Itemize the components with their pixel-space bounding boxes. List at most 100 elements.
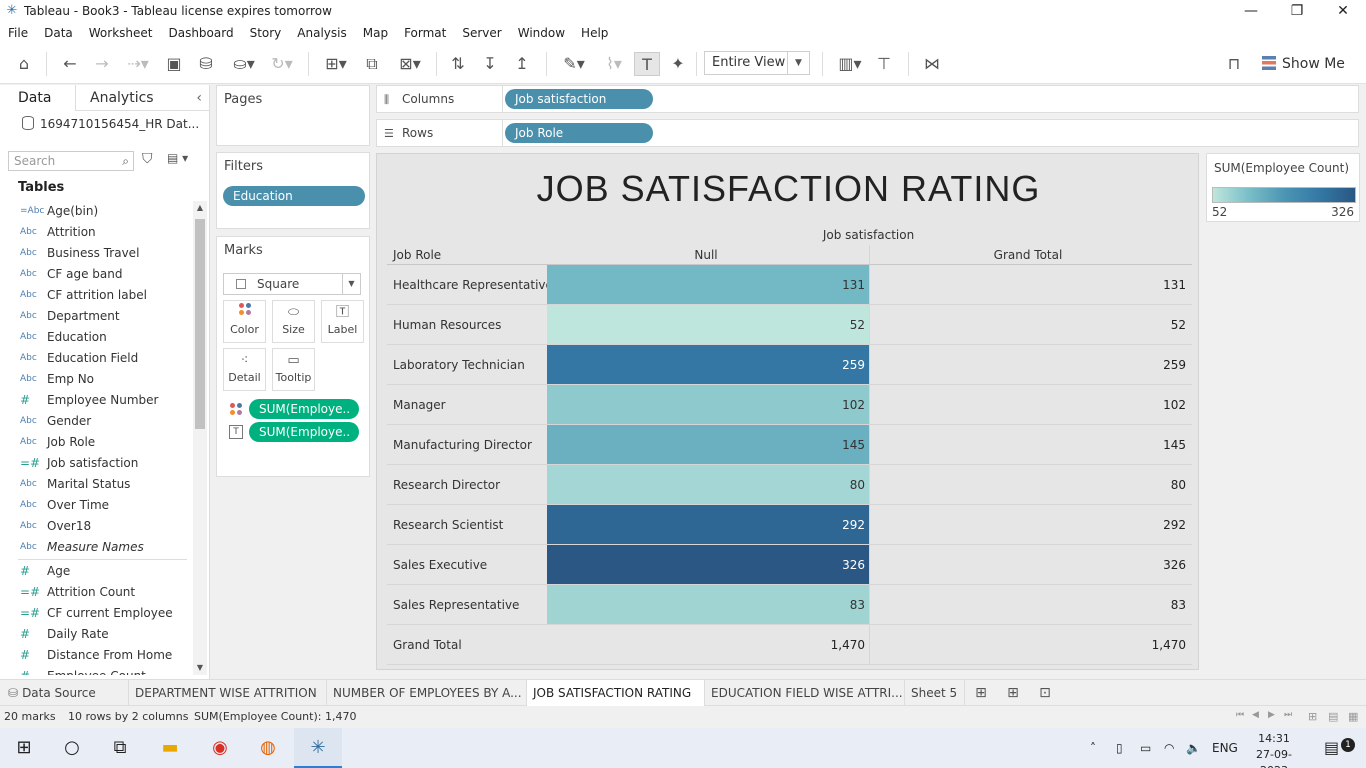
- scroll-down-icon[interactable]: ▼: [193, 661, 207, 675]
- filter-icon[interactable]: ⛉: [142, 151, 153, 167]
- field-age[interactable]: # Age: [0, 561, 193, 582]
- search-icon[interactable]: ○: [48, 728, 96, 768]
- heatmap-cell[interactable]: 145: [547, 425, 869, 464]
- grand-total-cell[interactable]: 259: [869, 345, 1192, 384]
- restore-button[interactable]: ❐: [1274, 0, 1320, 22]
- field-cf-attrition-label[interactable]: Abc CF attrition label: [0, 285, 193, 306]
- grand-total-cell[interactable]: 326: [869, 545, 1192, 584]
- grand-total-cell[interactable]: 80: [869, 465, 1192, 504]
- highlight-icon[interactable]: ✎▾: [556, 52, 592, 76]
- row-header-human-resources[interactable]: Human Resources: [387, 305, 547, 344]
- language-indicator[interactable]: ENG: [1212, 728, 1238, 768]
- menu-format[interactable]: Format: [404, 26, 446, 40]
- duplicate-sheet-icon[interactable]: ⧉: [360, 52, 384, 76]
- collapse-pane-icon[interactable]: ‹: [196, 85, 202, 111]
- search-input[interactable]: Search ⌕: [8, 151, 134, 171]
- grand-total-cell[interactable]: 145: [869, 425, 1192, 464]
- fit-view-select[interactable]: Entire View ▼: [704, 51, 810, 75]
- columns-shelf[interactable]: ⫼ Columns Job satisfaction: [376, 85, 1359, 113]
- columns-pill-job-satisfaction[interactable]: Job satisfaction: [505, 89, 653, 109]
- menu-window[interactable]: Window: [518, 26, 565, 40]
- show-cards-icon[interactable]: ▥▾: [832, 52, 868, 76]
- refresh-icon[interactable]: ↻▾: [264, 52, 300, 76]
- menu-data[interactable]: Data: [44, 26, 73, 40]
- menu-dashboard[interactable]: Dashboard: [168, 26, 233, 40]
- chrome-icon[interactable]: ◉: [196, 728, 244, 768]
- label-button[interactable]: 🅃 Label: [321, 300, 364, 343]
- field-over-time[interactable]: Abc Over Time: [0, 495, 193, 516]
- field-distance-from-home[interactable]: # Distance From Home: [0, 645, 193, 666]
- heatmap-cell[interactable]: 131: [547, 265, 869, 304]
- row-header-manufacturing-director[interactable]: Manufacturing Director: [387, 425, 547, 464]
- tab-department-wise-attrition[interactable]: DEPARTMENT WISE ATTRITION: [129, 680, 327, 706]
- field-job-satisfaction[interactable]: =# Job satisfaction: [0, 453, 193, 474]
- menu-story[interactable]: Story: [250, 26, 282, 40]
- tab-data-source[interactable]: ⛁ Data Source: [0, 680, 129, 706]
- new-worksheet-icon[interactable]: ⊞: [968, 680, 994, 706]
- row-header-research-director[interactable]: Research Director: [387, 465, 547, 504]
- close-button[interactable]: ✕: [1320, 0, 1366, 22]
- color-measure-pill[interactable]: SUM(Employe..: [249, 399, 359, 419]
- field-marital-status[interactable]: Abc Marital Status: [0, 474, 193, 495]
- worksheet-view[interactable]: JOB SATISFACTION RATING Job satisfaction…: [376, 153, 1199, 670]
- firefox-icon[interactable]: ◍: [244, 728, 292, 768]
- tab-analytics[interactable]: Analytics: [90, 85, 154, 111]
- menu-analysis[interactable]: Analysis: [297, 26, 346, 40]
- fix-axes-icon[interactable]: ✦: [666, 52, 690, 76]
- scroll-thumb[interactable]: [195, 219, 205, 429]
- filter-pill-education[interactable]: Education: [223, 186, 365, 206]
- detail-button[interactable]: ⁖ Detail: [223, 348, 266, 391]
- grand-total-cell[interactable]: 52: [869, 305, 1192, 344]
- menu-server[interactable]: Server: [462, 26, 501, 40]
- view-options-icon[interactable]: ▤ ▾: [167, 151, 188, 165]
- grand-total-cell[interactable]: 131: [869, 265, 1192, 304]
- color-legend[interactable]: SUM(Employee Count) 52 326: [1206, 153, 1360, 222]
- tableau-taskbar-icon[interactable]: ✳: [294, 728, 342, 768]
- tab-data[interactable]: Data: [0, 85, 76, 111]
- field-list-scrollbar[interactable]: ▲ ▼: [193, 201, 207, 675]
- grand-total-null-value[interactable]: 1,470: [547, 625, 869, 664]
- first-sheet-icon[interactable]: ⏮: [1236, 710, 1244, 720]
- row-header-sales-representative[interactable]: Sales Representative: [387, 585, 547, 624]
- home-icon[interactable]: ⌂: [12, 52, 36, 76]
- clear-sheet-icon[interactable]: ⊠▾: [392, 52, 428, 76]
- grand-total-cell[interactable]: 292: [869, 505, 1192, 544]
- field-department[interactable]: Abc Department: [0, 306, 193, 327]
- field-emp-no[interactable]: Abc Emp No: [0, 369, 193, 390]
- show-hidden-icons-icon[interactable]: ˄: [1090, 728, 1096, 768]
- show-me-button[interactable]: Show Me: [1262, 52, 1345, 76]
- field-attrition-count[interactable]: =# Attrition Count: [0, 582, 193, 603]
- file-explorer-icon[interactable]: ▬: [146, 728, 194, 768]
- color-button[interactable]: Color: [223, 300, 266, 343]
- menu-file[interactable]: File: [8, 26, 28, 40]
- show-sheet-sorter-icon[interactable]: ▤: [1328, 710, 1338, 723]
- show-tabs-icon[interactable]: ▦: [1348, 710, 1358, 723]
- heatmap-cell[interactable]: 259: [547, 345, 869, 384]
- tab-sheet-5[interactable]: Sheet 5: [905, 680, 965, 706]
- row-header-research-scientist[interactable]: Research Scientist: [387, 505, 547, 544]
- task-view-icon[interactable]: ⧉: [96, 728, 144, 768]
- last-sheet-icon[interactable]: ⏭: [1284, 710, 1292, 720]
- heatmap-cell[interactable]: 102: [547, 385, 869, 424]
- presentation-mode-icon[interactable]: ⊤: [872, 52, 896, 76]
- battery-icon[interactable]: ▭: [1140, 728, 1151, 768]
- redo-icon[interactable]: →: [90, 52, 114, 76]
- notifications-icon[interactable]: ▤: [1324, 728, 1339, 768]
- tab-number-of-employees[interactable]: NUMBER OF EMPLOYEES BY A...: [327, 680, 527, 706]
- show-mark-labels-icon[interactable]: T: [634, 52, 660, 76]
- new-worksheet-icon[interactable]: ⊞▾: [318, 52, 354, 76]
- grand-total-cell[interactable]: 102: [869, 385, 1192, 424]
- heatmap-cell[interactable]: 80: [547, 465, 869, 504]
- new-story-icon[interactable]: ⊡: [1032, 680, 1058, 706]
- replay-icon[interactable]: ⇢▾: [120, 52, 156, 76]
- field-attrition[interactable]: Abc Attrition: [0, 222, 193, 243]
- heatmap-cell[interactable]: 326: [547, 545, 869, 584]
- scroll-up-icon[interactable]: ▲: [193, 201, 207, 215]
- field-cf-current-employee[interactable]: =# CF current Employee: [0, 603, 193, 624]
- pages-card[interactable]: Pages: [216, 85, 370, 146]
- next-sheet-icon[interactable]: ▶: [1268, 710, 1275, 720]
- volume-icon[interactable]: 🔈: [1186, 728, 1201, 768]
- heatmap-cell[interactable]: 52: [547, 305, 869, 344]
- field-measure-names[interactable]: Abc Measure Names: [0, 537, 193, 558]
- minimize-button[interactable]: —: [1228, 0, 1274, 22]
